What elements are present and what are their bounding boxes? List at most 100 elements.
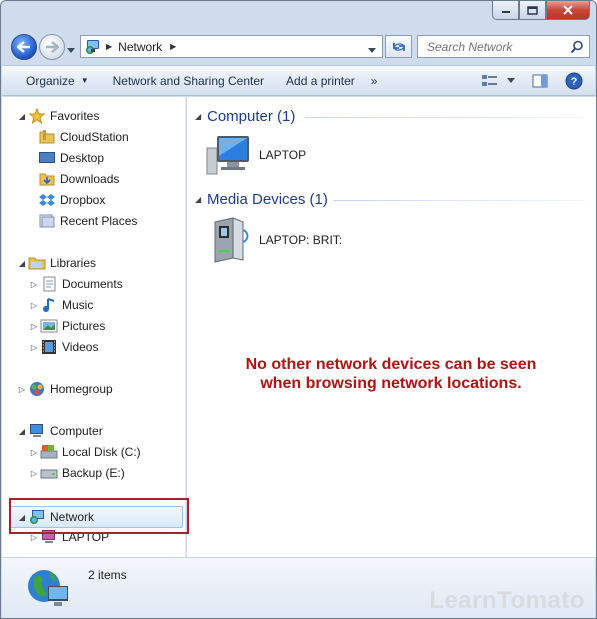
nav-item-label: Documents (62, 277, 123, 291)
device-laptop[interactable]: LAPTOP (205, 134, 306, 176)
star-icon (28, 108, 46, 124)
nav-item-label: Local Disk (C:) (62, 445, 141, 459)
recent-pages-dropdown[interactable] (67, 43, 75, 57)
device-media-laptop-brit[interactable]: LAPTOP: BRIT: (209, 216, 342, 264)
search-box[interactable] (417, 35, 590, 58)
nav-item-label: Music (62, 298, 94, 312)
expand-arrow-icon[interactable]: ▷ (28, 301, 40, 310)
nav-item-dropbox[interactable]: Dropbox (38, 190, 105, 210)
nav-item-backup[interactable]: ▷ Backup (E:) (28, 463, 125, 483)
nav-item-local-disk[interactable]: ▷ Local Disk (C:) (28, 442, 141, 462)
collapse-arrow-icon[interactable]: ◢ (16, 427, 28, 436)
navigation-pane: ◢ Favorites CloudStation Desktop Downloa… (2, 97, 186, 557)
nav-item-desktop[interactable]: Desktop (38, 148, 104, 168)
close-icon (563, 5, 573, 15)
group-header-label: Media Devices (1) (207, 190, 328, 208)
nav-item-label: CloudStation (60, 130, 129, 144)
nav-item-label: Pictures (62, 319, 106, 333)
address-bar[interactable]: ▶ Network ▶ (80, 35, 383, 58)
nav-item-label: Videos (62, 340, 99, 354)
add-printer-label: Add a printer (286, 73, 355, 88)
recent-places-icon (39, 214, 55, 228)
network-icon (86, 39, 99, 54)
details-pane: 2 items LearnTomato (2, 557, 595, 618)
add-printer-button[interactable]: Add a printer (278, 69, 363, 92)
breadcrumb-separator[interactable]: ▶ (170, 42, 176, 51)
forward-button[interactable] (39, 34, 65, 60)
toolbar-right: ? (477, 70, 587, 92)
documents-icon (43, 276, 56, 292)
nav-item-label: Recent Places (60, 214, 138, 228)
back-button[interactable] (11, 34, 37, 60)
nav-favorites-label: Favorites (50, 109, 100, 123)
nav-homegroup-label: Homegroup (50, 382, 113, 396)
nav-item-cloudstation[interactable]: CloudStation (38, 127, 129, 147)
collapse-arrow-icon[interactable]: ◢ (16, 112, 28, 121)
collapse-arrow-icon[interactable]: ◢ (195, 112, 207, 121)
network-sharing-center-button[interactable]: Network and Sharing Center (105, 69, 272, 92)
address-dropdown[interactable] (368, 43, 376, 57)
computer-icon (30, 424, 43, 437)
refresh-button[interactable] (385, 35, 412, 58)
preview-pane-button[interactable] (527, 70, 553, 92)
nav-favorites[interactable]: ◢ Favorites (16, 106, 99, 126)
collapse-arrow-icon[interactable]: ◢ (195, 195, 207, 204)
local-disk-icon (40, 445, 58, 459)
nav-item-pictures[interactable]: ▷ Pictures (28, 316, 105, 336)
media-device-icon (214, 217, 249, 263)
device-label: LAPTOP: BRIT: (259, 233, 343, 247)
view-dropdown[interactable] (503, 70, 519, 92)
nav-item-label: Downloads (60, 172, 120, 186)
annotation-text: No other network devices can be seen whe… (221, 355, 561, 393)
minimize-icon (501, 11, 510, 13)
nav-libraries[interactable]: ◢ Libraries (16, 253, 96, 273)
nav-homegroup[interactable]: ▷ Homegroup (16, 379, 113, 399)
expand-arrow-icon[interactable]: ▷ (28, 469, 40, 478)
computer-icon (206, 136, 249, 175)
breadcrumb-network[interactable]: Network (118, 40, 162, 54)
caption-buttons (492, 1, 590, 20)
device-label: LAPTOP (259, 148, 307, 162)
annotation-line-2: when browsing network locations. (260, 375, 522, 392)
expand-arrow-icon[interactable]: ▷ (28, 280, 40, 289)
music-icon (43, 298, 55, 312)
address-row: ▶ Network ▶ (9, 33, 590, 61)
expand-arrow-icon[interactable]: ▷ (28, 322, 40, 331)
more-commands-button[interactable]: » (363, 69, 386, 92)
nav-computer-label: Computer (50, 424, 103, 438)
minimize-button[interactable] (492, 1, 519, 20)
chevron-down-icon (507, 78, 515, 83)
drive-icon (40, 469, 58, 479)
nav-item-documents[interactable]: ▷ Documents (28, 274, 123, 294)
svg-text:?: ? (571, 76, 578, 88)
expand-arrow-icon[interactable]: ▷ (16, 385, 28, 394)
nav-item-downloads[interactable]: Downloads (38, 169, 119, 189)
nav-computer[interactable]: ◢ Computer (16, 421, 103, 441)
expand-arrow-icon[interactable]: ▷ (28, 343, 40, 352)
refresh-icon (392, 42, 405, 51)
back-arrow-icon (17, 41, 30, 53)
breadcrumb-separator[interactable]: ▶ (106, 42, 112, 51)
collapse-arrow-icon[interactable]: ◢ (16, 259, 28, 268)
nav-item-label: Backup (E:) (62, 466, 125, 480)
homegroup-icon (30, 382, 44, 396)
change-view-button[interactable] (477, 70, 503, 92)
command-bar: Organize ▼ Network and Sharing Center Ad… (2, 65, 595, 96)
expand-arrow-icon[interactable]: ▷ (28, 448, 40, 457)
help-button[interactable]: ? (561, 70, 587, 92)
search-icon[interactable] (570, 40, 584, 54)
status-item-count: 2 items (88, 568, 127, 582)
group-header-computer[interactable]: ◢ Computer (1) (195, 106, 295, 126)
nav-item-recent-places[interactable]: Recent Places (38, 211, 137, 231)
organize-button[interactable]: Organize ▼ (18, 69, 97, 92)
downloads-folder-icon (39, 173, 55, 186)
nav-item-music[interactable]: ▷ Music (28, 295, 93, 315)
desktop-icon (39, 152, 55, 163)
organize-label: Organize (26, 73, 75, 88)
group-header-media-devices[interactable]: ◢ Media Devices (1) (195, 189, 328, 209)
libraries-icon (28, 257, 46, 270)
search-input[interactable] (427, 39, 567, 54)
maximize-button[interactable] (519, 1, 546, 20)
close-button[interactable] (546, 1, 590, 20)
nav-item-videos[interactable]: ▷ Videos (28, 337, 98, 357)
